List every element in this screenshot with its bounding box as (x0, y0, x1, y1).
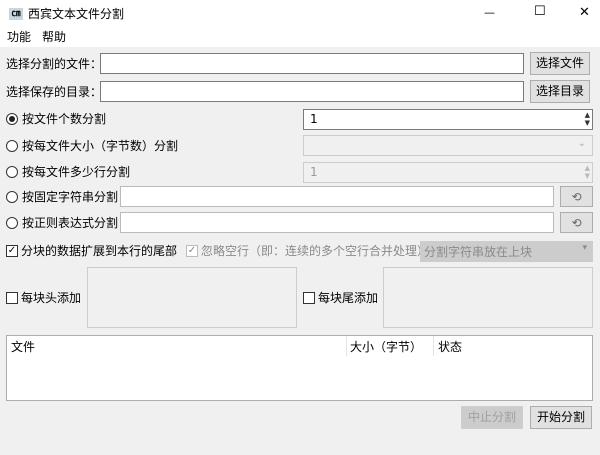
history-button[interactable]: ⟲ (560, 212, 593, 233)
app-icon: ㎝ (9, 8, 23, 20)
dir-input[interactable] (100, 81, 524, 102)
title-bar: ㎝ 西宾文本文件分割 — ☐ ✕ (0, 0, 600, 28)
menu-help[interactable]: 帮助 (42, 29, 66, 45)
ignore-empty-label: 忽略空行（即：连续的多个空行合并处理） (201, 244, 430, 258)
column-header-size[interactable]: 大小（字节） (350, 339, 422, 355)
result-table[interactable]: 文件 大小（字节） 状态 (6, 335, 593, 401)
footer-add-label: 每块尾添加 (318, 291, 379, 305)
mode-radio-lines[interactable] (6, 166, 18, 178)
start-split-button[interactable]: 开始分割 (530, 406, 592, 429)
minimize-button[interactable]: — (484, 6, 495, 19)
spin-arrows-icon[interactable]: ▲ ▼ (585, 111, 590, 127)
maximize-button[interactable]: ☐ (534, 4, 546, 19)
chevron-down-icon: ▾ (582, 243, 587, 253)
mode-radio-file-count[interactable] (6, 113, 18, 125)
file-input[interactable] (100, 53, 524, 74)
close-button[interactable]: ✕ (579, 5, 590, 20)
column-header-file[interactable]: 文件 (11, 339, 35, 355)
lines-spinbox: 1 ▲ ▼ (303, 162, 593, 183)
extend-label: 分块的数据扩展到本行的尾部 (21, 244, 178, 258)
dir-label: 选择保存的目录： (6, 85, 103, 99)
footer-add-text (383, 267, 593, 328)
mode-label: 按文件个数分割 (22, 112, 107, 126)
stop-split-button: 中止分割 (461, 406, 523, 429)
file-count-spinbox[interactable]: 1 ▲ ▼ (303, 109, 593, 130)
lines-value: 1 (310, 165, 318, 179)
mode-label: 按正则表达式分割 (22, 216, 119, 230)
fixed-string-input[interactable] (120, 186, 554, 207)
mode-label: 按每文件大小（字节数）分割 (22, 139, 179, 153)
history-button[interactable]: ⟲ (560, 186, 593, 207)
window-title: 西宾文本文件分割 (28, 7, 125, 21)
menu-function[interactable]: 功能 (7, 29, 31, 45)
chevron-down-icon: ⌄ (577, 138, 586, 149)
header-add-checkbox[interactable] (6, 292, 18, 304)
footer-add-checkbox[interactable] (303, 292, 315, 304)
header-add-label: 每块头添加 (21, 291, 82, 305)
column-header-status[interactable]: 状态 (438, 339, 462, 355)
choose-dir-button[interactable]: 选择目录 (530, 80, 590, 103)
spin-value: 1 (310, 112, 318, 126)
split-position-value: 分割字符串放在上块 (424, 245, 533, 259)
split-position-select: 分割字符串放在上块 ▾ (420, 241, 593, 262)
mode-label: 按固定字符串分割 (22, 190, 119, 204)
file-label: 选择分割的文件： (6, 57, 103, 71)
mode-radio-fixed-string[interactable] (6, 191, 18, 203)
spin-arrows-icon: ▲ ▼ (584, 164, 590, 180)
ignore-empty-checkbox: ✓ (186, 245, 198, 257)
choose-file-button[interactable]: 选择文件 (530, 52, 590, 75)
size-combo: ⌄ (303, 135, 593, 156)
header-add-text (87, 267, 297, 328)
column-divider (433, 336, 434, 356)
menu-bar: 功能 帮助 (0, 28, 600, 47)
mode-radio-size[interactable] (6, 140, 18, 152)
extend-checkbox[interactable]: ✓ (6, 245, 18, 257)
regex-input[interactable] (120, 212, 554, 233)
mode-radio-regex[interactable] (6, 217, 18, 229)
column-divider (346, 336, 347, 356)
mode-label: 按每文件多少行分割 (22, 165, 131, 179)
